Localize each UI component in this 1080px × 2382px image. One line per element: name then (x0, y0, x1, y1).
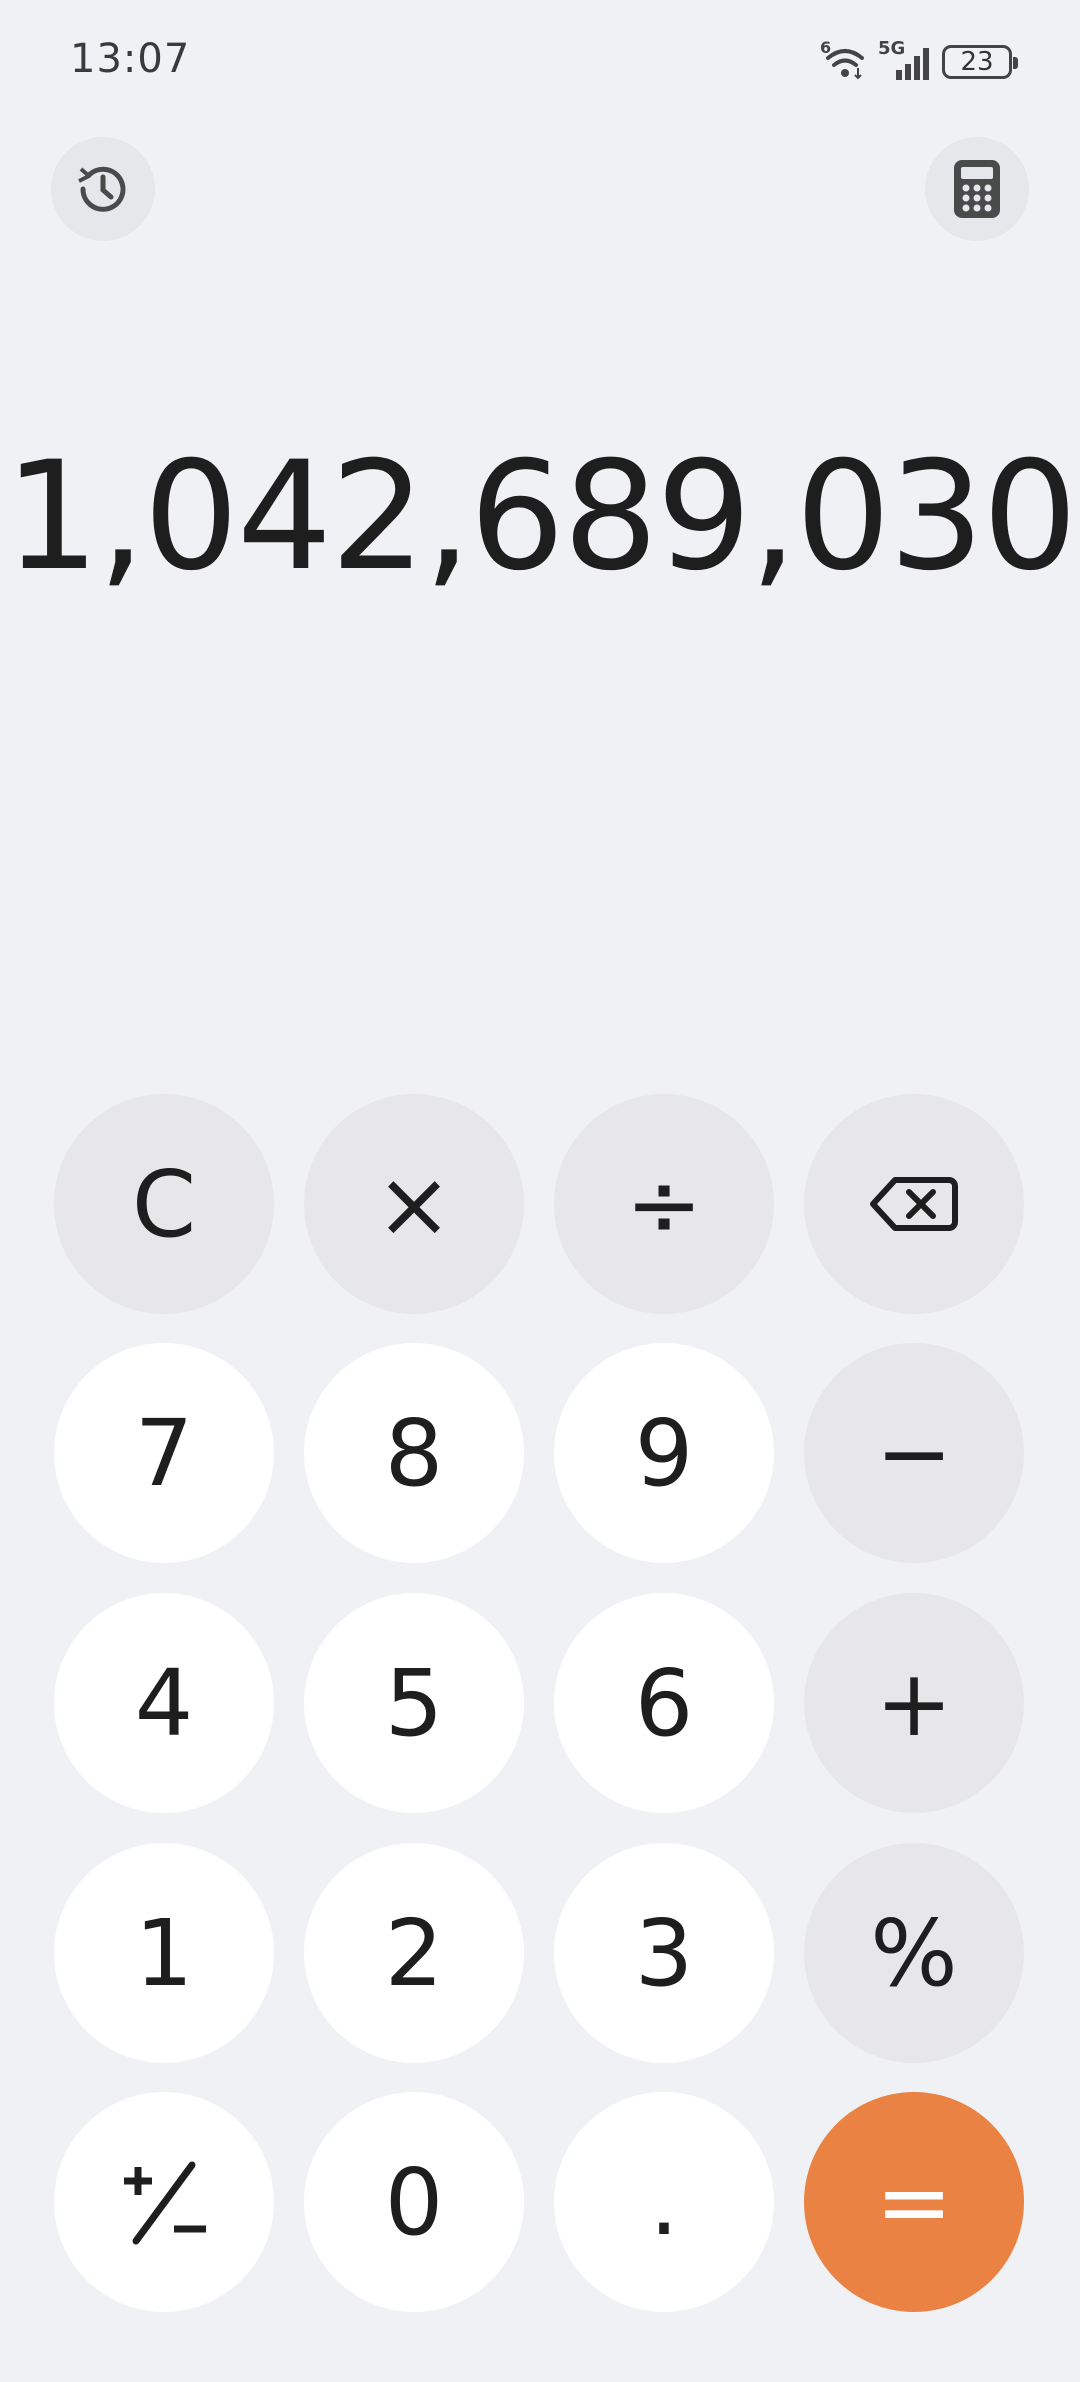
status-bar: 13:07 6 5G 23 (0, 0, 1080, 120)
divide-button[interactable]: ÷ (554, 1094, 774, 1314)
digit-5-button[interactable]: 5 (304, 1593, 524, 1813)
percent-button[interactable]: % (804, 1843, 1024, 2063)
digit-7-button[interactable]: 7 (54, 1343, 274, 1563)
result-display: 1,042,689,030 (4, 430, 1077, 604)
calculator-mode-button[interactable] (925, 137, 1029, 241)
backspace-button[interactable] (804, 1094, 1024, 1314)
digit-0-button[interactable]: 0 (304, 2092, 524, 2312)
plus-button[interactable]: + (804, 1593, 1024, 1813)
status-icons: 6 5G 23 (820, 38, 1018, 84)
battery-indicator: 23 (942, 45, 1018, 79)
digit-1-button[interactable]: 1 (54, 1843, 274, 2063)
minus-button[interactable]: − (804, 1343, 1024, 1563)
digit-9-button[interactable]: 9 (554, 1343, 774, 1563)
status-time: 13:07 (70, 36, 191, 82)
plus-minus-button[interactable] (54, 2092, 274, 2312)
wifi-badge: 6 (820, 38, 832, 57)
cellular-signal-icon: 5G (878, 38, 934, 82)
wifi-icon: 6 (820, 38, 870, 82)
multiply-button[interactable]: × (304, 1094, 524, 1314)
digit-2-button[interactable]: 2 (304, 1843, 524, 2063)
clear-button[interactable]: C (54, 1094, 274, 1314)
backspace-icon (870, 1177, 958, 1231)
network-type: 5G (878, 38, 906, 59)
calculator-icon (954, 160, 1000, 218)
digit-8-button[interactable]: 8 (304, 1343, 524, 1563)
digit-3-button[interactable]: 3 (554, 1843, 774, 2063)
plus-minus-icon (124, 2161, 206, 2245)
history-button[interactable] (51, 137, 155, 241)
digit-6-button[interactable]: 6 (554, 1593, 774, 1813)
history-icon (78, 166, 126, 212)
equals-button[interactable]: = (804, 2092, 1024, 2312)
battery-level: 23 (960, 47, 994, 77)
digit-4-button[interactable]: 4 (54, 1593, 274, 1813)
decimal-button[interactable]: . (554, 2092, 774, 2312)
